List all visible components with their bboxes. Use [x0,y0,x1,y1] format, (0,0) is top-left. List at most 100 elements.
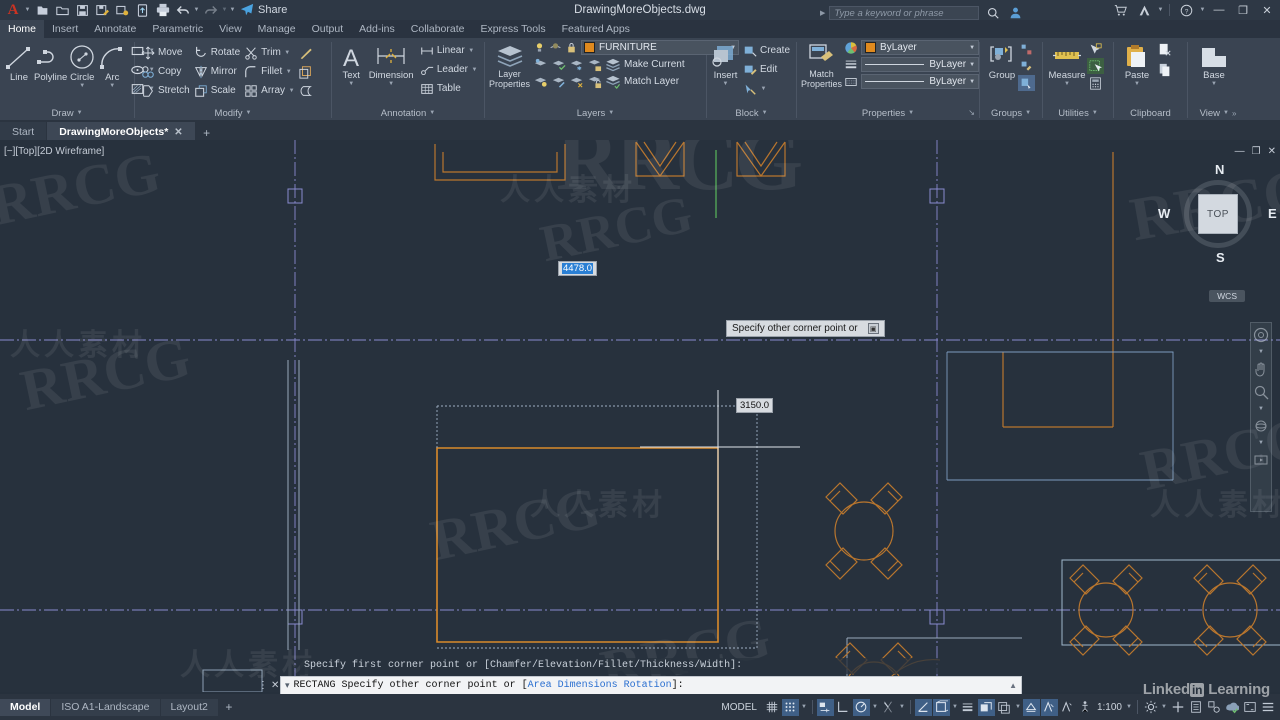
match-layer-icon[interactable] [605,74,621,89]
app-menu-caret-icon[interactable]: ▼ [24,7,31,13]
infer-constraints-toggle[interactable] [816,698,834,716]
annotation-scale-value[interactable]: 1:100 [1095,702,1124,713]
layer-unlock-icon[interactable] [587,74,602,89]
annotation-panel-caret-icon[interactable]: ▼ [429,107,435,120]
viewport-minimize-icon[interactable]: — [1235,146,1245,157]
autodesk-account-icon[interactable] [1133,0,1155,20]
file-tab-drawing[interactable]: DrawingMoreObjects* ✕ [47,122,195,140]
view-cube-north-label[interactable]: N [1215,162,1224,177]
base-view-button[interactable]: Base ▼ [1192,41,1236,87]
properties-panel-caret-icon[interactable]: ▼ [908,107,914,120]
command-scroll-icon[interactable]: ▲ [1009,681,1017,690]
polar-caret-icon[interactable]: ▼ [871,704,879,710]
drawing-canvas[interactable]: RRCG RRCG RRCG RRCG RRCG RRCG RRCG RRCG … [0,140,1280,692]
panel-block-title[interactable]: Block ▼ [707,106,796,120]
search-expand-icon[interactable]: ▶ [820,9,825,17]
lineweight-combo-caret-icon[interactable]: ▼ [969,79,975,85]
modify-trim-button[interactable]: Trim ▼ [242,43,297,62]
annotation-text-button[interactable]: A Text ▼ [336,41,366,87]
linetype-combo[interactable]: ByLayer ▼ [861,57,980,72]
utilities-panel-caret-icon[interactable]: ▼ [1092,107,1098,120]
autodesk-sync-icon[interactable] [1223,699,1240,716]
viewport-close-icon[interactable]: ✕ [1268,146,1276,157]
view-cube[interactable]: TOP N S E W [1158,162,1277,265]
3d-object-snap-toggle[interactable] [1022,698,1040,716]
group-selection-toggle[interactable] [1018,75,1035,91]
layer-lock-tool-icon[interactable] [587,57,602,72]
panel-properties-title[interactable]: Properties ▼ ↘ [797,106,979,120]
view-cube-east-label[interactable]: E [1268,206,1277,221]
steering-wheel-icon[interactable] [1252,326,1270,344]
annotation-table-button[interactable]: Table [418,79,480,98]
ortho-mode-toggle[interactable] [835,699,852,716]
linetype-combo-caret-icon[interactable]: ▼ [969,62,975,68]
restore-button[interactable]: ❐ [1232,0,1254,20]
orbit-icon[interactable] [1252,417,1270,435]
layer-turn-on-icon[interactable] [533,74,548,89]
trim-caret-icon[interactable]: ▼ [284,50,291,56]
open-icon[interactable] [53,1,72,20]
group-edit-button[interactable] [1018,58,1035,74]
file-tab-start[interactable]: Start [0,122,47,140]
pan-hand-icon[interactable] [1252,360,1270,378]
viewport-restore-icon[interactable]: ❐ [1252,146,1261,157]
fillet-caret-icon[interactable]: ▼ [285,69,292,75]
layer-unisolate-icon[interactable] [551,57,566,72]
match-layer-label[interactable]: Match Layer [624,76,679,87]
measure-button[interactable]: Measure ▼ [1047,41,1087,87]
command-history-caret-icon[interactable]: ▾ [285,680,290,691]
modify-offset-button[interactable] [297,62,315,81]
zoom-magnifier-icon[interactable] [1252,383,1270,401]
share-label[interactable]: Share [258,4,287,16]
polar-tracking-toggle[interactable] [852,698,870,716]
layer-off-icon[interactable] [551,74,566,89]
plot-preview-icon[interactable] [113,1,132,20]
ribbon-tab-manage[interactable]: Manage [250,20,304,38]
ribbon-tab-home[interactable]: Home [0,20,45,38]
base-dropdown-caret-icon[interactable]: ▼ [1211,81,1217,87]
help-icon[interactable]: ? [1175,0,1197,20]
ribbon-tab-addins[interactable]: Add-ins [351,20,403,38]
make-current-label[interactable]: Make Current [624,59,685,70]
modify-join-button[interactable] [297,81,315,100]
arc-dropdown-caret-icon[interactable]: ▼ [109,83,115,89]
draw-panel-caret-icon[interactable]: ▼ [77,107,83,120]
layer-freeze-icon[interactable] [549,41,562,54]
circle-dropdown-caret-icon[interactable]: ▼ [79,83,85,89]
ribbon-tab-insert[interactable]: Insert [44,20,86,38]
snap-mode-toggle[interactable] [781,698,799,716]
autoscale-toggle[interactable] [1059,699,1076,716]
selection-cycling-toggle[interactable] [996,699,1013,716]
ucs-selector[interactable]: WCS [1209,290,1245,302]
account-caret-icon[interactable]: ▼ [1157,7,1164,13]
panel-view-title[interactable]: View ▼ » [1188,106,1248,120]
cart-icon[interactable] [1109,0,1131,20]
layout-tab-layout2[interactable]: Layout2 [160,698,218,716]
view-overflow-icon[interactable]: » [1232,107,1236,120]
new-file-tab-button[interactable]: + [196,126,218,140]
export-icon[interactable] [133,1,152,20]
grid-display-toggle[interactable] [764,699,781,716]
layout-tab-model[interactable]: Model [0,698,51,716]
customization-menu-icon[interactable] [1259,699,1276,716]
modify-explode-button[interactable] [297,43,315,62]
zoom-caret-icon[interactable]: ▼ [1258,406,1264,412]
undo-caret-icon[interactable]: ▼ [193,7,200,13]
ribbon-tab-view[interactable]: View [211,20,250,38]
new-layout-button[interactable]: + [219,700,239,714]
draw-circle-button[interactable]: Circle ▼ [67,41,97,89]
customize-qat-caret-icon[interactable]: ▼ [229,7,236,13]
panel-modify-title[interactable]: Modify ▼ [135,106,331,120]
cut-button[interactable] [1156,41,1174,59]
viewport-label[interactable]: [−][Top][2D Wireframe] [4,146,104,157]
modify-copy-button[interactable]: Copy [139,62,192,81]
help-caret-icon[interactable]: ▼ [1199,7,1206,13]
measure-dropdown-caret-icon[interactable]: ▼ [1064,81,1070,87]
ribbon-tab-collaborate[interactable]: Collaborate [403,20,473,38]
modify-array-button[interactable]: Array ▼ [242,81,297,100]
scale-caret-icon[interactable]: ▼ [1125,704,1133,710]
panel-layers-title[interactable]: Layers ▼ [485,106,706,120]
workspace-switching-icon[interactable] [1142,699,1159,716]
ribbon-tab-annotate[interactable]: Annotate [86,20,144,38]
layer-freeze-tool-icon[interactable] [569,57,584,72]
